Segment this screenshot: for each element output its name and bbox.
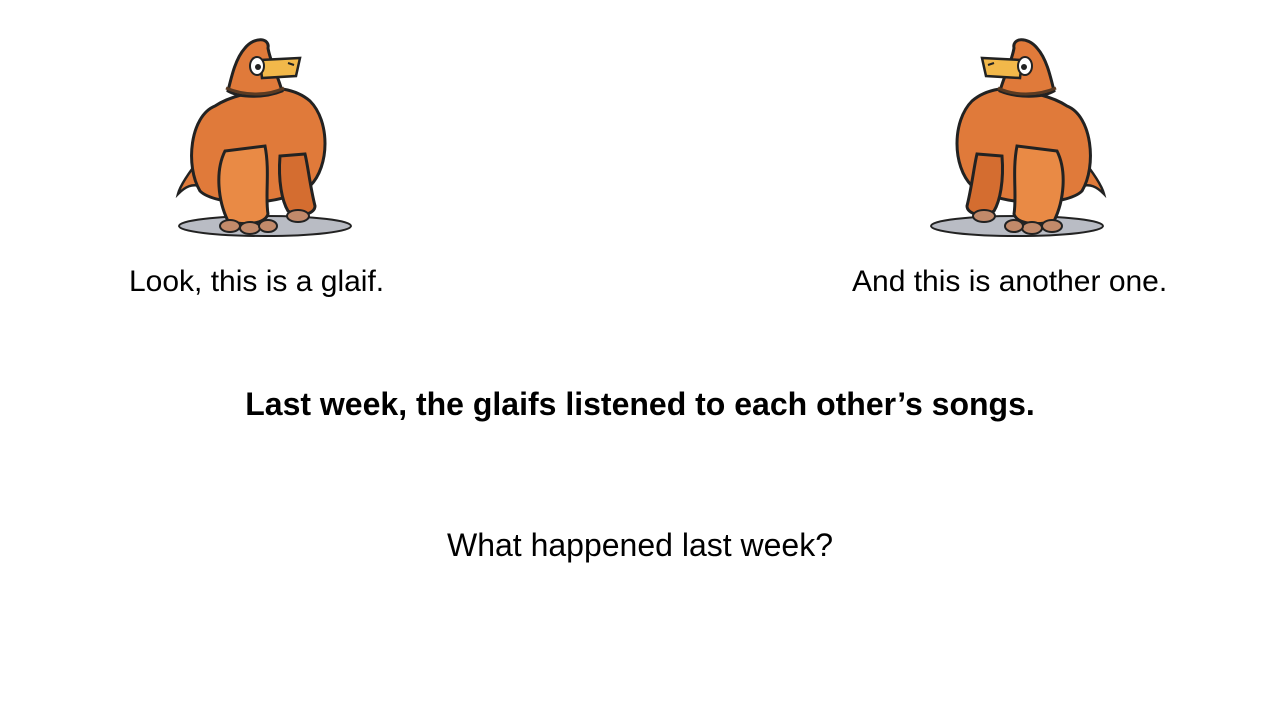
caption-left: Look, this is a glaif. (129, 265, 385, 298)
question-text: What happened last week? (446, 527, 834, 563)
glaif-illustration-left (170, 36, 360, 240)
glaif-icon (175, 38, 352, 237)
glaif-icon (930, 38, 1107, 237)
statement-text: Last week, the glaifs listened to each o… (245, 386, 1035, 422)
slide: Look, this is a glaif. And this is anoth… (0, 0, 1280, 720)
caption-right: And this is another one. (852, 265, 1168, 298)
glaif-illustration-right (922, 36, 1112, 240)
